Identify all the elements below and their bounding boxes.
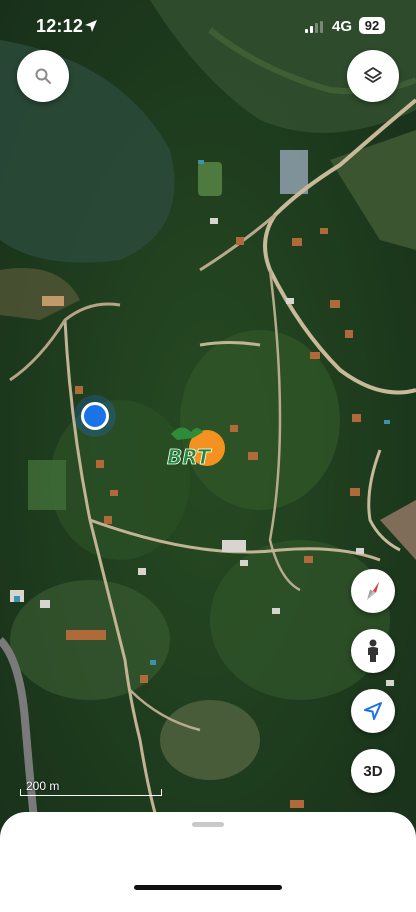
person-icon <box>368 639 378 662</box>
search-icon <box>35 68 51 84</box>
bottom-sheet[interactable] <box>0 812 416 912</box>
scale-bar <box>20 789 162 796</box>
home-indicator[interactable] <box>134 885 282 890</box>
navigation-arrow-icon <box>364 702 382 720</box>
user-location-dot <box>81 402 109 430</box>
street-view-button[interactable] <box>351 629 395 673</box>
battery-indicator: 92 <box>359 17 385 34</box>
brt-logo-marker[interactable]: BRT <box>163 418 227 474</box>
cellular-signal-icon <box>305 21 323 33</box>
status-time: 12:12 <box>36 16 84 36</box>
compass-icon <box>367 582 379 600</box>
layers-icon <box>364 67 382 83</box>
search-button[interactable] <box>17 50 69 102</box>
map-layers-button[interactable] <box>347 50 399 102</box>
brt-logo-text: BRT <box>167 445 212 469</box>
status-bar: 12:12 4G 92 <box>0 0 416 50</box>
3d-view-button[interactable]: 3D <box>351 749 395 793</box>
my-location-button[interactable] <box>351 689 395 733</box>
compass-button[interactable] <box>351 569 395 613</box>
network-type: 4G <box>332 18 353 35</box>
sheet-grabber-handle[interactable] <box>192 822 224 827</box>
map-scale: 200 m <box>20 779 162 796</box>
location-services-icon <box>85 20 97 32</box>
3d-view-label: 3D <box>363 762 383 780</box>
